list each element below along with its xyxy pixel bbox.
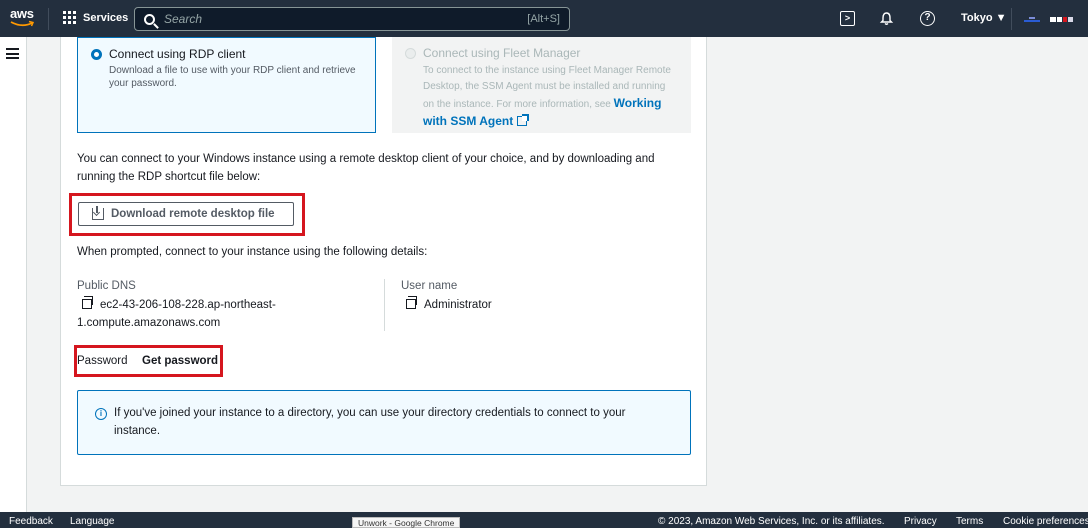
user-name-value: Administrator bbox=[406, 296, 492, 314]
terms-link[interactable]: Terms bbox=[956, 516, 983, 527]
public-dns-text: ec2-43-206-108-228.ap-northeast-1.comput… bbox=[77, 299, 276, 329]
tile-rdp-title: Connect using RDP client bbox=[109, 47, 246, 61]
menu-icon[interactable] bbox=[6, 48, 19, 59]
copyright-text: © 2023, Amazon Web Services, Inc. or its… bbox=[658, 516, 885, 527]
download-remote-desktop-file-button[interactable]: Download remote desktop file bbox=[78, 202, 294, 226]
public-dns-value: ec2-43-206-108-228.ap-northeast-1.comput… bbox=[77, 296, 307, 332]
prompt-text: When prompted, connect to your instance … bbox=[77, 246, 428, 258]
privacy-link[interactable]: Privacy bbox=[904, 516, 937, 527]
external-link-icon bbox=[517, 114, 530, 126]
intro-text: You can connect to your Windows instance… bbox=[77, 153, 655, 183]
language-link[interactable]: Language bbox=[70, 516, 115, 527]
column-divider bbox=[384, 279, 385, 331]
account-menu-icon[interactable] bbox=[1050, 15, 1074, 23]
aws-logo[interactable]: aws bbox=[10, 7, 38, 31]
search-placeholder: Search bbox=[164, 12, 203, 26]
search-icon bbox=[144, 13, 155, 25]
copy-icon[interactable] bbox=[82, 296, 93, 309]
info-alert: i If you've joined your instance to a di… bbox=[77, 390, 691, 455]
tile-fleet-manager: Connect using Fleet Manager To connect t… bbox=[392, 37, 691, 133]
radio-selected-icon[interactable] bbox=[91, 49, 102, 60]
services-menu-button[interactable]: Services bbox=[63, 11, 128, 24]
taskbar-tooltip: Unwork - Google Chrome bbox=[352, 517, 461, 528]
bell-icon[interactable] bbox=[879, 11, 894, 26]
copy-icon[interactable] bbox=[406, 296, 417, 309]
user-name-label: User name bbox=[401, 280, 458, 292]
region-selector[interactable]: Tokyo ▼ bbox=[961, 12, 1007, 24]
cloudshell-icon[interactable]: > bbox=[840, 11, 855, 26]
info-text: If you've joined your instance to a dire… bbox=[114, 407, 626, 437]
feedback-link[interactable]: Feedback bbox=[9, 516, 53, 527]
tile-rdp-client[interactable]: Connect using RDP client Download a file… bbox=[77, 37, 376, 133]
tile-rdp-description: Download a file to use with your RDP cli… bbox=[109, 65, 356, 89]
tile-fleet-title: Connect using Fleet Manager bbox=[423, 46, 581, 60]
account-indicator-icon bbox=[1024, 17, 1040, 22]
connect-panel: Connect using RDP client Download a file… bbox=[60, 37, 707, 486]
nav-divider bbox=[1011, 8, 1012, 30]
password-label: Password bbox=[77, 355, 128, 367]
grid-icon bbox=[63, 11, 76, 24]
aws-smile-icon bbox=[10, 20, 35, 27]
nav-divider bbox=[48, 8, 49, 30]
download-icon bbox=[92, 206, 104, 220]
get-password-link[interactable]: Get password bbox=[142, 355, 218, 367]
top-navigation: aws Services Search [Alt+S] > ? Tokyo ▼ bbox=[0, 0, 1088, 37]
footer: Feedback Language © 2023, Amazon Web Ser… bbox=[0, 512, 1088, 528]
search-shortcut: [Alt+S] bbox=[527, 13, 560, 25]
help-icon[interactable]: ? bbox=[920, 11, 935, 26]
side-rail bbox=[0, 37, 27, 512]
radio-disabled-icon bbox=[405, 48, 416, 59]
public-dns-label: Public DNS bbox=[77, 280, 136, 292]
tile-fleet-description: To connect to the instance using Fleet M… bbox=[423, 63, 671, 131]
search-input[interactable]: Search [Alt+S] bbox=[134, 7, 570, 31]
user-name-text: Administrator bbox=[424, 299, 492, 311]
info-icon: i bbox=[95, 408, 107, 420]
cookie-preferences-link[interactable]: Cookie preferences bbox=[1003, 516, 1088, 527]
services-label: Services bbox=[83, 11, 129, 24]
download-button-label: Download remote desktop file bbox=[111, 208, 275, 220]
aws-logo-text: aws bbox=[10, 6, 34, 21]
